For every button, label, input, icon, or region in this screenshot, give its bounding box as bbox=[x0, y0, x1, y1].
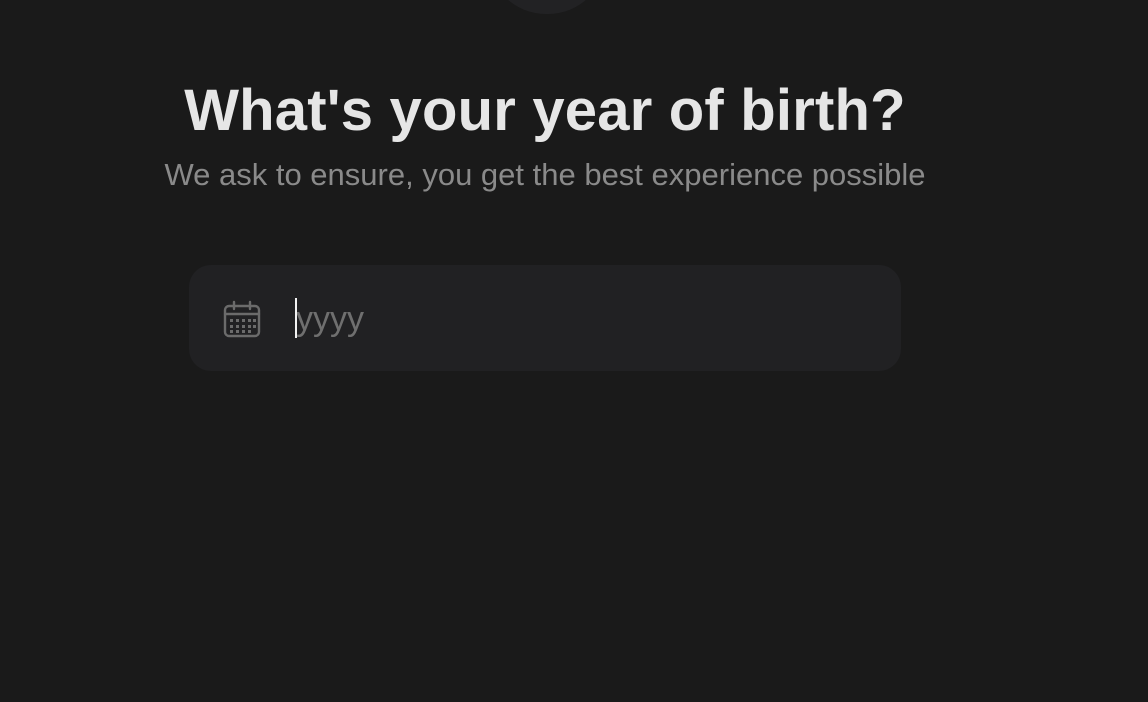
year-of-birth-input[interactable] bbox=[294, 296, 856, 342]
text-cursor bbox=[295, 298, 297, 338]
avatar bbox=[488, 0, 606, 14]
calendar-icon bbox=[222, 300, 262, 340]
page-subtitle: We ask to ensure, you get the best exper… bbox=[164, 157, 926, 192]
page-title: What's your year of birth? bbox=[184, 78, 906, 143]
